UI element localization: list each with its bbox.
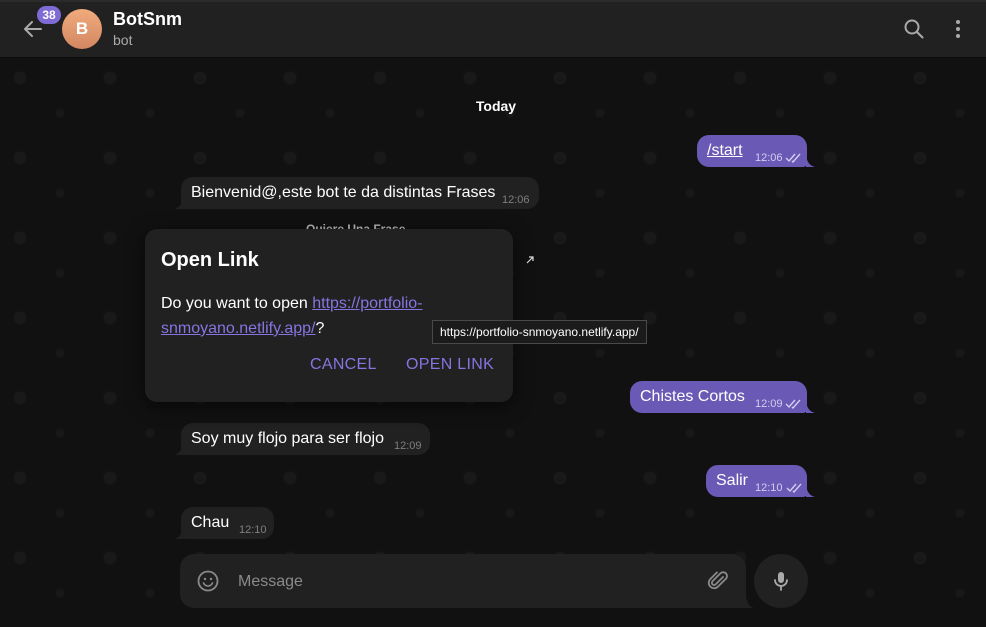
dialog-body-suffix: ? bbox=[315, 320, 325, 337]
message-time: 12:06 bbox=[502, 194, 530, 206]
link-tooltip: https://portfolio-snmoyano.netlify.app/ bbox=[432, 320, 647, 344]
message-text: Chistes Cortos bbox=[640, 388, 745, 405]
dialog-url-part1[interactable]: https://portfolio- bbox=[312, 295, 422, 312]
chat-title[interactable]: BotSnm bbox=[113, 9, 182, 30]
message-time: 12:09 bbox=[755, 398, 783, 410]
voice-record-button[interactable] bbox=[754, 554, 808, 608]
attach-icon[interactable] bbox=[706, 569, 730, 593]
bubble-tail bbox=[174, 197, 183, 209]
message-bubble-incoming[interactable]: Soy muy flojo para ser flojo 12:09 bbox=[174, 423, 430, 455]
external-link-icon bbox=[526, 256, 534, 264]
bubble-tail bbox=[174, 443, 183, 455]
message-bubble-incoming[interactable]: Bienvenid@,este bot te da distintas Fras… bbox=[174, 177, 539, 209]
avatar[interactable]: B bbox=[62, 9, 102, 49]
dialog-message: Do you want to open https://portfolio-sn… bbox=[161, 291, 461, 341]
dialog-title: Open Link bbox=[161, 249, 259, 271]
message-time: 12:10 bbox=[755, 482, 783, 494]
double-check-icon bbox=[786, 483, 802, 493]
double-check-icon bbox=[785, 153, 801, 163]
message-text: Soy muy flojo para ser flojo bbox=[191, 430, 384, 447]
message-bubble-outgoing[interactable]: Salir 12:10 bbox=[706, 465, 815, 497]
unread-badge: 38 bbox=[37, 6, 61, 24]
dialog-url-part2[interactable]: snmoyano.netlify.app/ bbox=[161, 320, 315, 337]
message-text: Salir bbox=[716, 472, 749, 489]
emoji-icon[interactable] bbox=[196, 569, 220, 593]
bubble-tail bbox=[806, 485, 815, 497]
message-bubble-outgoing[interactable]: Chistes Cortos 12:09 bbox=[630, 381, 815, 413]
message-text[interactable]: /start bbox=[707, 142, 743, 159]
message-time: 12:10 bbox=[239, 524, 267, 536]
more-options-icon[interactable] bbox=[946, 17, 970, 41]
chat-subtitle: bot bbox=[113, 32, 133, 48]
message-text: Chau bbox=[191, 514, 230, 531]
message-time: 12:09 bbox=[394, 440, 422, 452]
search-icon[interactable] bbox=[902, 17, 926, 41]
composer-tail bbox=[746, 596, 754, 608]
message-time: 12:06 bbox=[755, 152, 783, 164]
open-link-dialog: Open Link Do you want to open https://po… bbox=[145, 229, 513, 402]
message-input[interactable] bbox=[236, 566, 680, 598]
microphone-icon bbox=[774, 572, 788, 591]
double-check-icon bbox=[785, 399, 801, 409]
message-bubble-incoming[interactable]: Chau 12:10 bbox=[174, 507, 274, 539]
cancel-button[interactable]: CANCEL bbox=[310, 356, 377, 374]
dialog-body-prefix: Do you want to open bbox=[161, 295, 313, 312]
bubble-tail bbox=[806, 401, 815, 413]
bubble-tail bbox=[174, 527, 183, 539]
message-bubble-outgoing[interactable]: /start 12:06 bbox=[697, 135, 815, 167]
open-link-button[interactable]: OPEN LINK bbox=[406, 356, 494, 374]
message-text: Bienvenid@,este bot te da distintas Fras… bbox=[191, 184, 496, 201]
bubble-tail bbox=[806, 155, 815, 167]
date-separator: Today bbox=[475, 98, 517, 114]
